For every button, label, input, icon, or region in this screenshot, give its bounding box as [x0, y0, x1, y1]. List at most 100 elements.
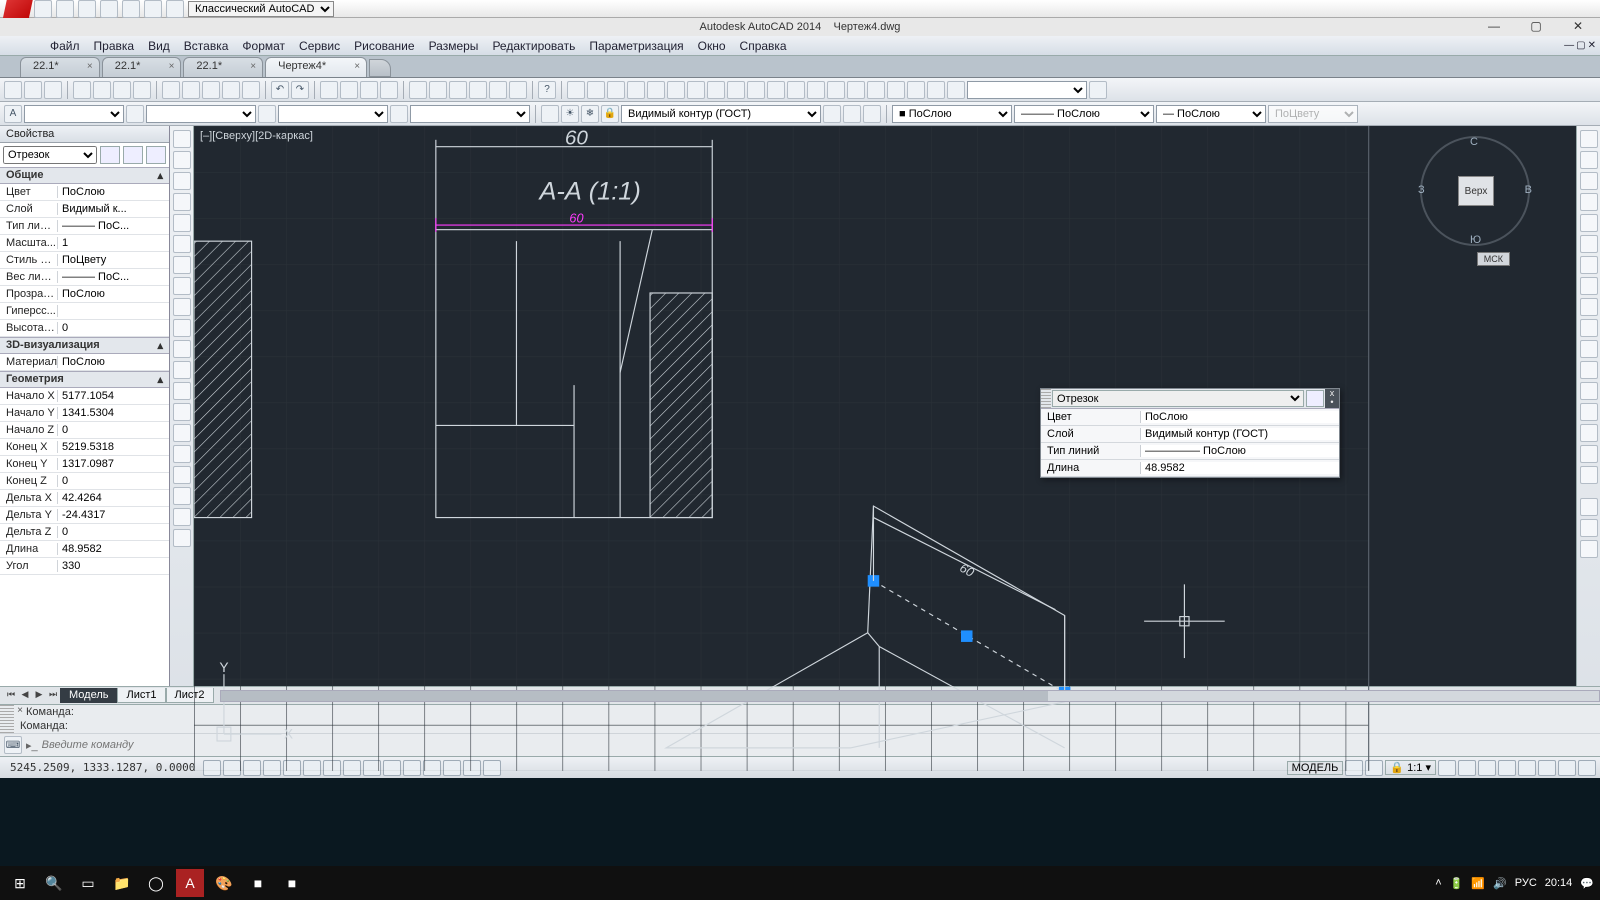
property-row[interactable]: Дельта Z0	[0, 524, 169, 541]
property-row[interactable]: Дельта Y-24.4317	[0, 507, 169, 524]
paint-icon[interactable]: 🎨	[210, 869, 238, 897]
qp-row[interactable]: Тип линий————— ПоСлою	[1041, 443, 1339, 460]
mtext-icon[interactable]	[173, 508, 191, 526]
qcalc-icon[interactable]	[509, 81, 527, 99]
tray-notif-icon[interactable]: 💬	[1580, 877, 1594, 890]
menu-format[interactable]: Формат	[242, 39, 285, 53]
property-row[interactable]: Конец Z0	[0, 473, 169, 490]
props-icon[interactable]	[409, 81, 427, 99]
join-icon[interactable]	[1580, 382, 1598, 400]
matchprop-icon[interactable]	[222, 81, 240, 99]
dc-icon[interactable]	[469, 81, 487, 99]
layer-match-icon[interactable]	[863, 105, 881, 123]
explode-icon[interactable]	[1580, 466, 1598, 484]
block-icon[interactable]	[173, 361, 191, 379]
menu-parametric[interactable]: Параметризация	[589, 39, 683, 53]
qp-row[interactable]: ЦветПоСлою	[1041, 409, 1339, 426]
maximize-button[interactable]: ▢	[1516, 19, 1556, 35]
menu-insert[interactable]: Вставка	[184, 39, 229, 53]
drawing-canvas[interactable]: [–][Сверху][2D-каркас]	[194, 126, 1576, 686]
zoomwin-icon[interactable]	[360, 81, 378, 99]
rotate-icon[interactable]	[1580, 256, 1598, 274]
layer-prev-icon[interactable]	[843, 105, 861, 123]
dim-break-icon[interactable]	[807, 81, 825, 99]
qp-pin-icon[interactable]: •	[1325, 398, 1339, 407]
menu-tools[interactable]: Сервис	[299, 39, 340, 53]
dim-qdim-icon[interactable]	[727, 81, 745, 99]
start-icon[interactable]: ⊞	[6, 869, 34, 897]
spline-icon[interactable]	[173, 298, 191, 316]
mleader-select[interactable]	[146, 105, 256, 123]
dim-arc-icon[interactable]	[607, 81, 625, 99]
first-tab-icon[interactable]: ⏮	[4, 689, 18, 703]
tray-chevron-icon[interactable]: ˄	[1435, 877, 1441, 889]
property-row[interactable]: МатериалПоСлою	[0, 354, 169, 371]
minimize-button[interactable]: —	[1474, 19, 1514, 35]
new-icon[interactable]	[4, 81, 22, 99]
table-icon[interactable]	[173, 487, 191, 505]
qselect-icon[interactable]	[146, 146, 166, 164]
centermark-icon[interactable]	[847, 81, 865, 99]
coord-display[interactable]: 5245.2509, 1333.1287, 0.0000	[4, 761, 201, 774]
color-select[interactable]: ■ ПоСлою	[892, 105, 1012, 123]
markup-icon[interactable]	[489, 81, 507, 99]
layer-freeze-icon[interactable]: ❄	[581, 105, 599, 123]
qat-new-icon[interactable]	[34, 0, 52, 18]
save-icon[interactable]	[44, 81, 62, 99]
mirror-icon[interactable]	[1580, 172, 1598, 190]
dimstyle-mgr-icon[interactable]	[1089, 81, 1107, 99]
search-icon[interactable]: 🔍	[40, 869, 68, 897]
selectobj-icon[interactable]	[123, 146, 143, 164]
gradient-icon[interactable]	[173, 445, 191, 463]
tray-battery-icon[interactable]: 🔋	[1450, 877, 1464, 890]
textstyle-icon[interactable]: A	[4, 105, 22, 123]
extend-icon[interactable]	[1580, 340, 1598, 358]
file-tab[interactable]: 22.1*×	[183, 57, 263, 77]
qp-type-select[interactable]: Отрезок	[1052, 390, 1304, 407]
dim-base-icon[interactable]	[747, 81, 765, 99]
layout-tab-1[interactable]: Лист1	[117, 688, 165, 703]
tablestyle-select[interactable]	[278, 105, 388, 123]
fillet-icon[interactable]	[1580, 424, 1598, 442]
close-icon[interactable]: ×	[87, 61, 93, 72]
mdi-max[interactable]: ▢	[1576, 40, 1585, 51]
stretch-icon[interactable]	[1580, 298, 1598, 316]
taskview-icon[interactable]: ▭	[74, 869, 102, 897]
custom-icon[interactable]	[1578, 760, 1596, 776]
qp-row[interactable]: Длина48.9582	[1041, 460, 1339, 477]
undo-icon[interactable]: ↶	[271, 81, 289, 99]
mleader-icon[interactable]	[126, 105, 144, 123]
break-icon[interactable]	[1580, 361, 1598, 379]
dim-update-icon[interactable]	[947, 81, 965, 99]
zoom-icon[interactable]	[340, 81, 358, 99]
tp-tool-icon[interactable]	[1580, 540, 1598, 558]
arc-icon[interactable]	[173, 235, 191, 253]
erase-icon[interactable]	[1580, 130, 1598, 148]
menu-dims[interactable]: Размеры	[429, 39, 479, 53]
qat-undo-icon[interactable]	[144, 0, 162, 18]
property-row[interactable]: Дельта X42.4264	[0, 490, 169, 507]
move-icon[interactable]	[1580, 235, 1598, 253]
property-row[interactable]: Гиперсс...	[0, 303, 169, 320]
dim-tedit-icon[interactable]	[927, 81, 945, 99]
plot-icon[interactable]	[73, 81, 91, 99]
menu-help[interactable]: Справка	[740, 39, 787, 53]
property-row[interactable]: Прозрач...ПоСлою	[0, 286, 169, 303]
close-icon[interactable]: ×	[354, 61, 360, 72]
dim-ord-icon[interactable]	[627, 81, 645, 99]
property-row[interactable]: Масшта...1	[0, 235, 169, 252]
menu-view[interactable]: Вид	[148, 39, 170, 53]
3ddwf-icon[interactable]	[133, 81, 151, 99]
zoomprev-icon[interactable]	[380, 81, 398, 99]
region-icon[interactable]	[173, 466, 191, 484]
mdi-close[interactable]: ✕	[1588, 40, 1596, 51]
polygon-icon[interactable]	[173, 193, 191, 211]
workspace-select[interactable]: Классический AutoCAD	[188, 1, 334, 17]
prev-tab-icon[interactable]: ◀	[18, 689, 32, 703]
new-tab-button[interactable]	[369, 59, 391, 77]
qat-open-icon[interactable]	[56, 0, 74, 18]
view-cube[interactable]: Верх С Ю В З	[1420, 136, 1530, 246]
ssm-icon[interactable]	[429, 81, 447, 99]
revcloud-icon[interactable]	[173, 277, 191, 295]
dimstyle-select[interactable]	[967, 81, 1087, 99]
